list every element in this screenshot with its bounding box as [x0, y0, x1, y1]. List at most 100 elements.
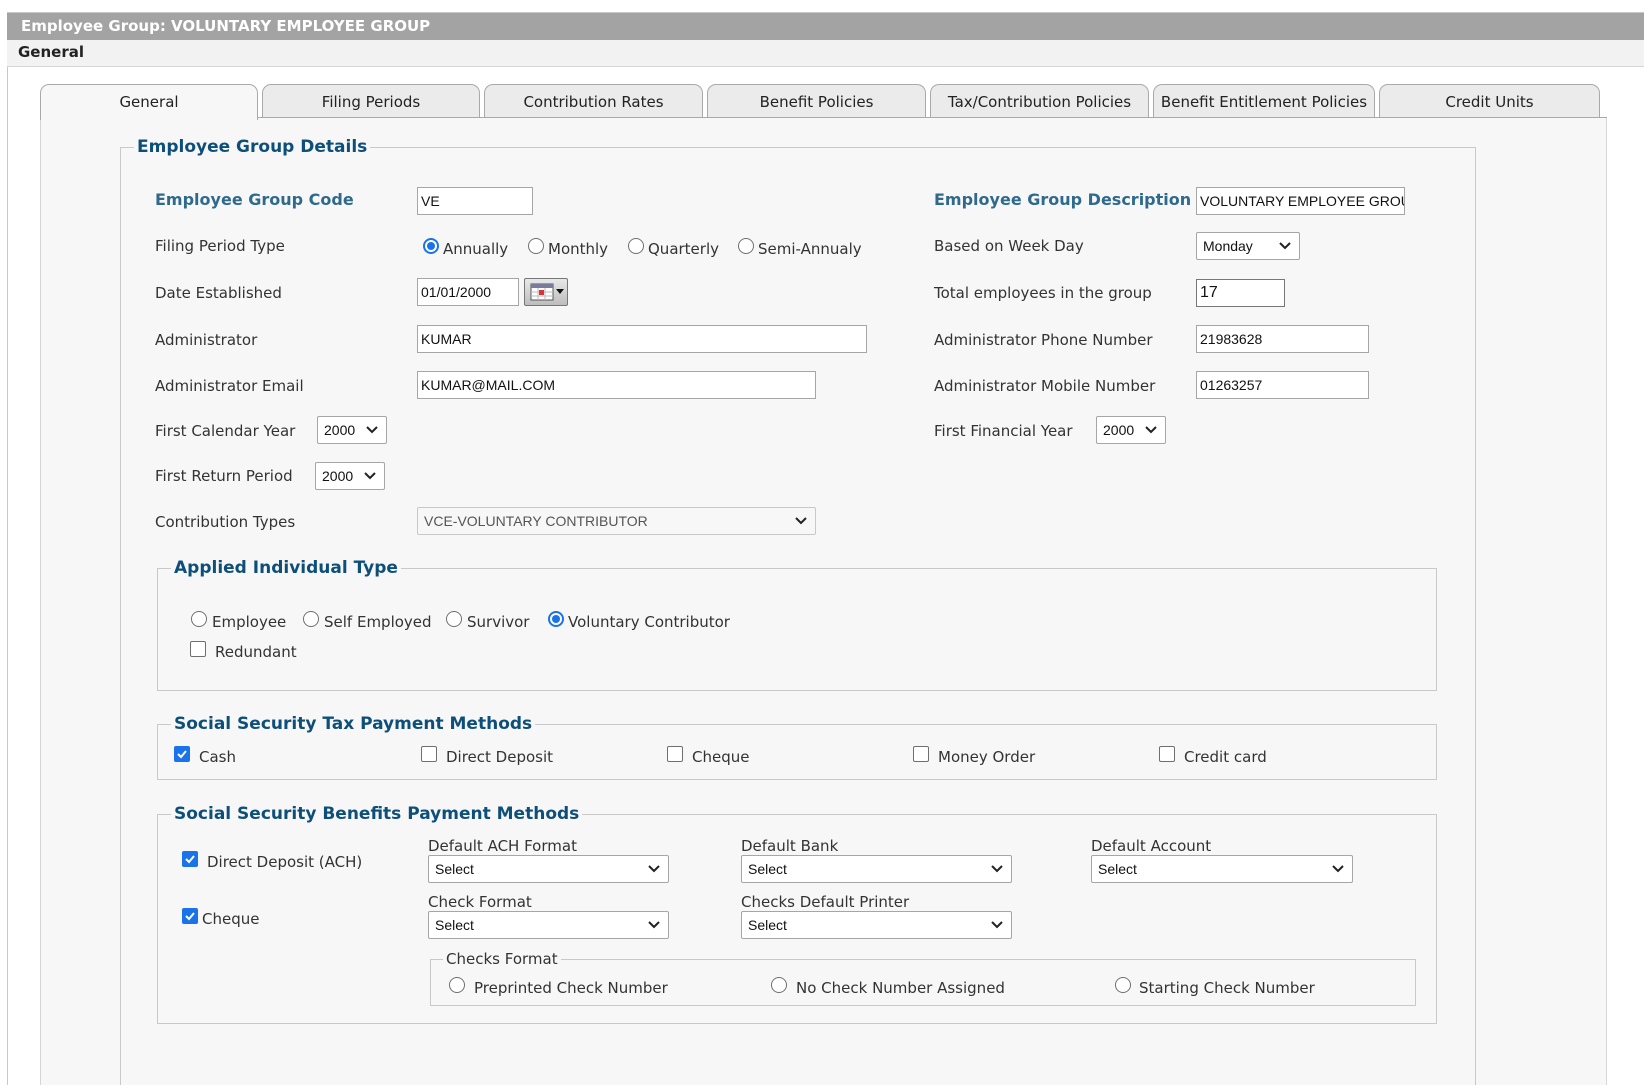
chevron-down-icon: [1145, 426, 1157, 434]
section-header: General: [7, 40, 1644, 67]
filing-period-annually-radio[interactable]: [423, 238, 439, 254]
individual-survivor-label: Survivor: [467, 613, 530, 631]
date-established-label: Date Established: [155, 284, 282, 302]
redundant-label: Redundant: [215, 643, 297, 661]
first-return-period-value: 2000: [322, 468, 354, 484]
filing-period-semi-annualy-radio[interactable]: [738, 238, 754, 254]
filing-period-quarterly-radio[interactable]: [628, 238, 644, 254]
administrator-mobile-label: Administrator Mobile Number: [934, 377, 1156, 395]
tab-filing-periods[interactable]: Filing Periods: [262, 84, 480, 118]
default-bank-select[interactable]: Select: [741, 855, 1012, 883]
individual-voluntary-contributor-radio[interactable]: [548, 611, 564, 627]
first-calendar-year-value: 2000: [324, 422, 356, 438]
starting-check-number-radio[interactable]: [1115, 977, 1131, 993]
first-calendar-year-label: First Calendar Year: [155, 422, 296, 440]
tax-cash-label: Cash: [199, 748, 236, 766]
default-account-label: Default Account: [1091, 837, 1212, 855]
benefits-payment-methods-legend: Social Security Benefits Payment Methods: [174, 804, 580, 824]
individual-self-employed-label: Self Employed: [324, 613, 432, 631]
benefit-direct-deposit-label: Direct Deposit (ACH): [207, 853, 363, 871]
default-bank-label: Default Bank: [741, 837, 839, 855]
default-ach-format-label: Default ACH Format: [428, 837, 577, 855]
contribution-types-value: VCE-VOLUNTARY CONTRIBUTOR: [424, 513, 648, 529]
filing-period-monthly-radio[interactable]: [528, 238, 544, 254]
tax-credit-card-checkbox[interactable]: [1159, 746, 1175, 762]
administrator-email-label: Administrator Email: [155, 377, 304, 395]
administrator-phone-input[interactable]: 21983628: [1196, 325, 1369, 353]
tax-direct-deposit-checkbox[interactable]: [421, 746, 437, 762]
first-return-period-select[interactable]: 2000: [315, 462, 385, 490]
check-format-label: Check Format: [428, 893, 532, 911]
tab-benefit-entitlement-policies[interactable]: Benefit Entitlement Policies: [1153, 84, 1375, 118]
starting-check-number-label: Starting Check Number: [1139, 979, 1315, 997]
tab-contribution-rates[interactable]: Contribution Rates: [484, 84, 703, 118]
tax-cheque-checkbox[interactable]: [667, 746, 683, 762]
employee-group-code-input[interactable]: VE: [417, 187, 533, 215]
chevron-down-icon: [991, 921, 1003, 929]
first-calendar-year-select[interactable]: 2000: [317, 416, 387, 444]
calendar-button[interactable]: [524, 278, 568, 306]
check-format-select[interactable]: Select: [428, 911, 669, 939]
filing-period-annually-label: Annually: [443, 240, 509, 258]
applied-individual-type-legend: Applied Individual Type: [174, 558, 398, 578]
administrator-mobile-input[interactable]: 01263257: [1196, 371, 1369, 399]
check-format-value: Select: [435, 917, 474, 933]
week-day-select[interactable]: Monday: [1196, 232, 1300, 260]
filing-period-monthly-label: Monthly: [548, 240, 609, 258]
calendar-icon: [530, 283, 564, 301]
tax-payment-methods-legend: Social Security Tax Payment Methods: [174, 714, 533, 734]
administrator-input[interactable]: KUMAR: [417, 325, 867, 353]
tax-money-order-checkbox[interactable]: [913, 746, 929, 762]
administrator-email-input[interactable]: KUMAR@MAIL.COM: [417, 371, 816, 399]
tax-cash-checkbox[interactable]: [174, 746, 190, 762]
employee-group-description-input[interactable]: VOLUNTARY EMPLOYEE GROUP: [1196, 187, 1405, 215]
filing-period-type-label: Filing Period Type: [155, 237, 285, 255]
default-account-select[interactable]: Select: [1091, 855, 1353, 883]
default-account-value: Select: [1098, 861, 1137, 877]
tab-credit-units[interactable]: Credit Units: [1379, 84, 1600, 118]
no-check-number-label: No Check Number Assigned: [796, 979, 1005, 997]
employee-group-details-legend: Employee Group Details: [137, 137, 368, 157]
individual-survivor-radio[interactable]: [446, 611, 462, 627]
first-financial-year-select[interactable]: 2000: [1096, 416, 1166, 444]
individual-employee-radio[interactable]: [191, 611, 207, 627]
based-on-week-day-label: Based on Week Day: [934, 237, 1084, 255]
tax-money-order-label: Money Order: [938, 748, 1036, 766]
first-financial-year-label: First Financial Year: [934, 422, 1073, 440]
tab-tax-contribution-policies[interactable]: Tax/Contribution Policies: [930, 84, 1149, 118]
first-return-period-label: First Return Period: [155, 467, 293, 485]
first-financial-year-value: 2000: [1103, 422, 1135, 438]
chevron-down-icon: [1332, 865, 1344, 873]
window-title: Employee Group: VOLUNTARY EMPLOYEE GROUP: [7, 13, 1644, 40]
benefit-cheque-label: Cheque: [202, 910, 260, 928]
tab-benefit-policies[interactable]: Benefit Policies: [707, 84, 926, 118]
chevron-down-icon: [795, 517, 807, 525]
chevron-down-icon: [364, 472, 376, 480]
chevron-down-icon: [648, 865, 660, 873]
benefit-direct-deposit-checkbox[interactable]: [182, 851, 198, 867]
checks-default-printer-label: Checks Default Printer: [741, 893, 910, 911]
preprinted-check-number-radio[interactable]: [449, 977, 465, 993]
checks-default-printer-select[interactable]: Select: [741, 911, 1012, 939]
tax-direct-deposit-label: Direct Deposit: [446, 748, 554, 766]
checks-format-legend: Checks Format: [446, 950, 558, 968]
preprinted-check-number-label: Preprinted Check Number: [474, 979, 668, 997]
tax-credit-card-label: Credit card: [1184, 748, 1267, 766]
benefit-cheque-checkbox[interactable]: [182, 908, 198, 924]
total-employees-input[interactable]: 17: [1196, 279, 1285, 307]
default-ach-format-select[interactable]: Select: [428, 855, 669, 883]
redundant-checkbox[interactable]: [190, 641, 206, 657]
chevron-down-icon: [991, 865, 1003, 873]
checks-default-printer-value: Select: [748, 917, 787, 933]
default-bank-value: Select: [748, 861, 787, 877]
tab-general[interactable]: General: [40, 84, 258, 120]
employee-group-code-label: Employee Group Code: [155, 190, 354, 209]
contribution-types-select[interactable]: VCE-VOLUNTARY CONTRIBUTOR: [417, 507, 816, 535]
total-employees-label: Total employees in the group: [934, 284, 1152, 302]
date-established-input[interactable]: 01/01/2000: [417, 278, 519, 306]
chevron-down-icon: [1279, 242, 1291, 250]
administrator-phone-label: Administrator Phone Number: [934, 331, 1153, 349]
administrator-label: Administrator: [155, 331, 258, 349]
individual-self-employed-radio[interactable]: [303, 611, 319, 627]
no-check-number-radio[interactable]: [771, 977, 787, 993]
